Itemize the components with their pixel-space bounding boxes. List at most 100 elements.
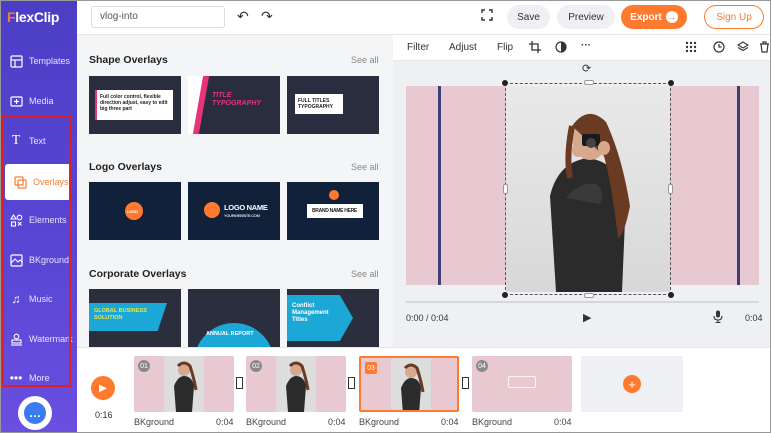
overlay-thumb[interactable]: GLOBAL BUSINESS SOLUTION bbox=[89, 289, 181, 347]
timeline-clip[interactable]: 01 bbox=[134, 356, 234, 412]
overlay-thumb[interactable]: Full color control, flexible direction a… bbox=[89, 76, 181, 134]
clock-icon[interactable] bbox=[713, 41, 725, 56]
background-icon bbox=[9, 253, 23, 267]
flexclip-logo[interactable]: FlexClip bbox=[7, 9, 59, 25]
topbar: vlog-into ↶ ↷ Save Preview Export → Sign… bbox=[77, 1, 770, 35]
overlay-thumb[interactable]: ANNUAL REPORT bbox=[188, 289, 280, 347]
overlay-thumb[interactable]: Conflict Management Titles bbox=[287, 289, 379, 347]
timeline-clip[interactable]: 04 bbox=[472, 356, 572, 412]
overlay-thumb[interactable]: LOGO bbox=[89, 182, 181, 240]
resize-handle[interactable] bbox=[668, 292, 674, 298]
see-all-shape-overlays[interactable]: See all bbox=[351, 55, 379, 65]
transition-handle[interactable] bbox=[236, 377, 243, 389]
clip-label: BKground bbox=[134, 417, 175, 427]
selection-box[interactable]: ⟳ bbox=[502, 63, 674, 298]
watermark-icon bbox=[9, 332, 23, 346]
overlay-text: ANNUAL REPORT bbox=[206, 331, 254, 337]
sidebar-item-label: Overlays bbox=[33, 177, 69, 187]
trash-icon[interactable] bbox=[759, 41, 770, 56]
clip-duration: 0:04 bbox=[328, 417, 346, 427]
clip-number: 03 bbox=[365, 362, 377, 374]
undo-icon[interactable]: ↶ bbox=[237, 8, 249, 25]
sidebar-item-elements[interactable]: Elements bbox=[1, 202, 77, 238]
overlay-thumb[interactable]: TITLE TYPOGRAPHY bbox=[188, 76, 280, 134]
overlay-thumb[interactable]: FULL TITLES TYPOGRAPHY bbox=[287, 76, 379, 134]
stage-line-right bbox=[737, 86, 740, 285]
sidebar-item-label: Media bbox=[29, 96, 54, 106]
sidebar-item-watermark[interactable]: Watermark bbox=[1, 321, 77, 357]
templates-icon bbox=[9, 54, 23, 68]
media-icon bbox=[9, 94, 23, 108]
sidebar-item-bkground[interactable]: BKground bbox=[1, 242, 77, 278]
grid-icon[interactable] bbox=[685, 41, 697, 56]
rotate-icon[interactable]: ⟳ bbox=[582, 62, 591, 75]
export-button[interactable]: Export → bbox=[621, 5, 687, 29]
sidebar-item-label: Watermark bbox=[29, 334, 73, 344]
microphone-icon[interactable] bbox=[713, 310, 723, 326]
sidebar-item-text[interactable]: T Text bbox=[1, 123, 77, 159]
clip-label: BKground bbox=[359, 417, 400, 427]
see-all-corporate-overlays[interactable]: See all bbox=[351, 269, 379, 279]
resize-handle[interactable] bbox=[668, 184, 673, 194]
music-icon: ♫ bbox=[11, 292, 21, 306]
sidebar-item-media[interactable]: Media bbox=[1, 83, 77, 119]
resize-handle[interactable] bbox=[584, 80, 594, 85]
flip-button[interactable]: Flip bbox=[497, 42, 513, 53]
timeline-play-button[interactable]: ▶ bbox=[91, 376, 115, 400]
overlay-accent-bar bbox=[95, 90, 97, 120]
sidebar-item-label: Text bbox=[29, 136, 46, 146]
overlay-text: FULL TITLES TYPOGRAPHY bbox=[298, 98, 334, 110]
resize-handle[interactable] bbox=[503, 184, 508, 194]
preview-button[interactable]: Preview bbox=[557, 5, 615, 29]
clip-number: 04 bbox=[476, 360, 488, 372]
filter-button[interactable]: Filter bbox=[407, 42, 429, 53]
resize-handle[interactable] bbox=[502, 292, 508, 298]
overlay-thumb[interactable]: BRAND NAME HERE bbox=[287, 182, 379, 240]
transition-handle[interactable] bbox=[348, 377, 355, 389]
timeline-total-time: 0:16 bbox=[95, 410, 113, 420]
save-button[interactable]: Save bbox=[507, 5, 550, 29]
current-time: 0:00 / 0:04 bbox=[406, 313, 449, 323]
resize-handle[interactable] bbox=[584, 293, 594, 298]
sidebar-item-label: Music bbox=[29, 294, 53, 304]
sidebar-item-templates[interactable]: Templates bbox=[1, 43, 77, 79]
edit-toolbar: Filter Adjust Flip ··· bbox=[393, 35, 770, 61]
clip-thumbnail bbox=[164, 356, 204, 412]
overlay-text: TITLE TYPOGRAPHY bbox=[212, 92, 262, 107]
sidebar-item-more[interactable]: ••• More bbox=[1, 360, 77, 396]
timeline-clip-selected[interactable]: 03 bbox=[359, 356, 459, 412]
chat-button[interactable]: … bbox=[18, 396, 52, 430]
logo-circle bbox=[329, 190, 339, 200]
play-icon[interactable]: ▶ bbox=[583, 311, 591, 324]
more-options-icon[interactable]: ··· bbox=[581, 40, 591, 51]
elements-icon bbox=[9, 213, 23, 227]
section-title-shape-overlays: Shape Overlays bbox=[89, 54, 168, 66]
add-clip-button[interactable]: + bbox=[581, 356, 683, 412]
sidebar-item-overlays[interactable]: Overlays bbox=[5, 164, 71, 200]
color-icon[interactable] bbox=[555, 41, 567, 56]
transition-handle[interactable] bbox=[462, 377, 469, 389]
overlay-text: GLOBAL BUSINESS SOLUTION bbox=[94, 308, 147, 321]
overlay-text: Full color control, flexible direction a… bbox=[100, 94, 168, 112]
fullscreen-icon[interactable] bbox=[481, 9, 493, 24]
adjust-button[interactable]: Adjust bbox=[449, 42, 477, 53]
layers-icon[interactable] bbox=[736, 41, 750, 56]
crop-icon[interactable] bbox=[529, 41, 541, 56]
sidebar-item-music[interactable]: ♫ Music bbox=[1, 281, 77, 317]
resize-handle[interactable] bbox=[668, 80, 674, 86]
play-icon: ▶ bbox=[99, 382, 107, 394]
sidebar-item-label: Templates bbox=[29, 56, 71, 66]
resize-handle[interactable] bbox=[502, 80, 508, 86]
timeline-clip[interactable]: 02 bbox=[246, 356, 346, 412]
see-all-logo-overlays[interactable]: See all bbox=[351, 162, 379, 172]
redo-icon[interactable]: ↷ bbox=[261, 8, 273, 25]
overlay-thumb[interactable]: LOGO NAME YOURWEBSITE.COM bbox=[188, 182, 280, 240]
overlay-text: LOGO bbox=[127, 209, 138, 214]
sidebar-item-label: BKground bbox=[29, 255, 70, 265]
playback-progress[interactable] bbox=[406, 301, 759, 303]
project-title-input[interactable]: vlog-into bbox=[91, 6, 225, 28]
clip-label: BKground bbox=[472, 417, 513, 427]
overlay-panel: Shape Overlays See all Full color contro… bbox=[77, 35, 393, 347]
clip-thumbnail bbox=[391, 358, 431, 410]
signup-button[interactable]: Sign Up bbox=[704, 5, 764, 29]
